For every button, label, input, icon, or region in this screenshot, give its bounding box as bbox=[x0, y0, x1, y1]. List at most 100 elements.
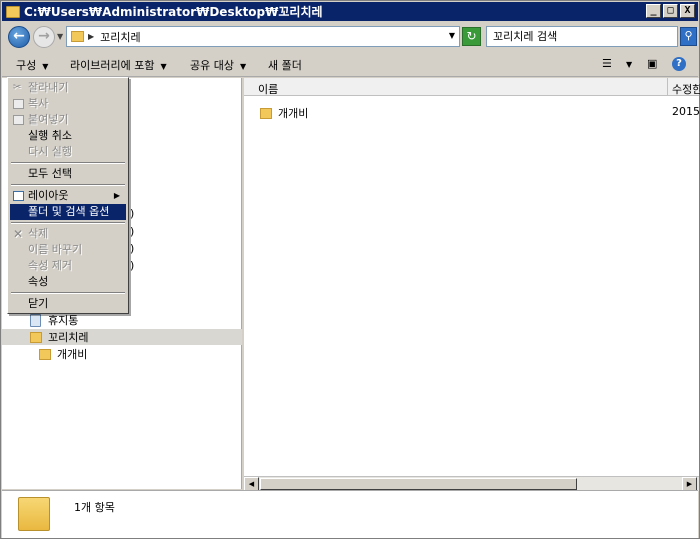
title-bar[interactable]: C:₩Users₩Administrator₩Desktop₩꼬리치레 _ □ … bbox=[2, 2, 698, 21]
preview-pane-icon[interactable]: ▣ bbox=[647, 57, 657, 70]
file-list[interactable]: 이름 수정한 개개비 2015- ◀ ▶ bbox=[244, 78, 700, 491]
menu-item-label: 실행 취소 bbox=[28, 129, 72, 142]
view-dropdown-icon[interactable]: ▼ bbox=[626, 60, 632, 69]
horizontal-scrollbar[interactable]: ◀ ▶ bbox=[244, 476, 699, 491]
menu-item-layout[interactable]: 레이아웃 ▶ bbox=[10, 188, 126, 204]
view-icon[interactable]: ☰ bbox=[602, 57, 612, 70]
recycle-bin-icon bbox=[30, 313, 41, 327]
close-button[interactable]: X bbox=[680, 4, 695, 18]
menu-item-label: 폴더 및 검색 옵션 bbox=[28, 205, 110, 218]
submenu-arrow-icon: ▶ bbox=[113, 191, 120, 200]
menu-item-rename[interactable]: 이름 바꾸기 bbox=[10, 242, 126, 258]
menu-item-label: 복사 bbox=[28, 97, 49, 110]
organize-button[interactable]: 구성 ▼ bbox=[16, 57, 48, 73]
menu-item-label: 닫기 bbox=[28, 297, 49, 310]
include-library-label: 라이브러리에 포함 bbox=[70, 59, 155, 72]
details-pane: 1개 항목 bbox=[2, 490, 698, 538]
tree-item-selected-folder[interactable]: 꼬리치레 bbox=[2, 329, 242, 345]
delete-x-icon: ✕ bbox=[13, 227, 24, 241]
menu-item-delete[interactable]: ✕ 삭제 bbox=[10, 226, 126, 242]
organize-menu: ✂ 잘라내기 복사 붙여넣기 실행 취소 다시 실행 모두 선택 레이아웃 ▶ … bbox=[7, 77, 129, 314]
menu-item-select-all[interactable]: 모두 선택 bbox=[10, 166, 126, 182]
window-title: C:₩Users₩Administrator₩Desktop₩꼬리치레 bbox=[24, 5, 323, 19]
address-bar[interactable]: ▶ 꼬리치레 ▼ bbox=[66, 26, 460, 47]
folder-icon bbox=[30, 331, 42, 343]
menu-item-cut[interactable]: ✂ 잘라내기 bbox=[10, 80, 126, 96]
share-with-button[interactable]: 공유 대상 ▼ bbox=[190, 57, 246, 73]
menu-item-label: 붙여넣기 bbox=[28, 113, 69, 126]
menu-separator bbox=[11, 222, 125, 224]
share-with-label: 공유 대상 bbox=[190, 59, 234, 72]
tree-item-peek: ) bbox=[130, 207, 135, 220]
breadcrumb-current[interactable]: 꼬리치레 bbox=[100, 29, 140, 45]
column-header-row: 이름 수정한 bbox=[244, 78, 700, 97]
column-header-name[interactable]: 이름 bbox=[258, 81, 278, 97]
item-count: 1개 항목 bbox=[74, 501, 115, 514]
tree-item-label: 개개비 bbox=[57, 348, 88, 361]
folder-icon bbox=[71, 31, 84, 42]
include-library-button[interactable]: 라이브러리에 포함 ▼ bbox=[70, 57, 167, 73]
menu-item-close[interactable]: 닫기 bbox=[10, 296, 126, 312]
breadcrumb-chevron-icon[interactable]: ▶ bbox=[88, 32, 94, 41]
forward-button[interactable]: → bbox=[33, 26, 55, 48]
tree-item-label: 꼬리치레 bbox=[48, 331, 89, 344]
folder-icon bbox=[39, 348, 51, 360]
menu-separator bbox=[11, 162, 125, 164]
refresh-button[interactable]: ↻ bbox=[462, 27, 481, 46]
tree-item-peek: ) bbox=[130, 242, 135, 255]
address-row: ← → ▼ ▶ 꼬리치레 ▼ ↻ 꼬리치레 검색 ⚲ bbox=[2, 22, 698, 52]
menu-item-label: 삭제 bbox=[28, 227, 49, 240]
column-divider[interactable] bbox=[667, 78, 668, 96]
chevron-down-icon: ▼ bbox=[160, 62, 167, 71]
chevron-down-icon: ▼ bbox=[239, 62, 247, 71]
menu-item-remove-properties[interactable]: 속성 제거 bbox=[10, 258, 126, 274]
menu-item-properties[interactable]: 속성 bbox=[10, 274, 126, 290]
menu-item-label: 이름 바꾸기 bbox=[28, 243, 83, 256]
tree-item-peek: ) bbox=[130, 225, 135, 238]
folder-icon bbox=[260, 107, 272, 119]
tree-item-subfolder[interactable]: 개개비 bbox=[2, 346, 87, 362]
layout-icon bbox=[13, 191, 24, 201]
scrollbar-thumb[interactable] bbox=[260, 478, 577, 490]
folder-icon bbox=[6, 5, 20, 18]
window-controls: _ □ X bbox=[646, 4, 695, 18]
folder-icon bbox=[18, 497, 50, 531]
search-input[interactable]: 꼬리치레 검색 bbox=[486, 26, 678, 47]
tree-item-recycle-bin[interactable]: 휴지통 bbox=[2, 312, 78, 328]
back-button[interactable]: ← bbox=[8, 26, 30, 48]
tree-item-peek: ) bbox=[130, 259, 135, 272]
list-item-name: 개개비 bbox=[278, 107, 309, 120]
column-header-date[interactable]: 수정한 bbox=[672, 81, 700, 97]
new-folder-label: 새 폴더 bbox=[268, 59, 302, 72]
menu-item-copy[interactable]: 복사 bbox=[10, 96, 126, 112]
scissors-icon: ✂ bbox=[13, 82, 22, 93]
menu-item-folder-options[interactable]: 폴더 및 검색 옵션 bbox=[10, 204, 126, 220]
organize-label: 구성 bbox=[16, 59, 37, 72]
menu-item-paste[interactable]: 붙여넣기 bbox=[10, 112, 126, 128]
address-dropdown-icon[interactable]: ▼ bbox=[449, 31, 455, 40]
menu-item-label: 속성 bbox=[28, 275, 49, 288]
search-icon[interactable]: ⚲ bbox=[680, 27, 697, 46]
minimize-button[interactable]: _ bbox=[646, 4, 661, 18]
menu-item-label: 잘라내기 bbox=[28, 81, 69, 94]
menu-item-label: 다시 실행 bbox=[28, 145, 72, 158]
menu-separator bbox=[11, 184, 125, 186]
help-icon[interactable]: ? bbox=[672, 57, 686, 71]
scroll-right-icon[interactable]: ▶ bbox=[682, 477, 697, 491]
paste-icon bbox=[13, 115, 24, 125]
list-item-date: 2015- bbox=[672, 105, 700, 118]
list-item[interactable]: 개개비 bbox=[260, 105, 308, 121]
menu-item-redo[interactable]: 다시 실행 bbox=[10, 144, 126, 160]
explorer-window: C:₩Users₩Administrator₩Desktop₩꼬리치레 _ □ … bbox=[0, 0, 700, 539]
menu-item-undo[interactable]: 실행 취소 bbox=[10, 128, 126, 144]
scroll-left-icon[interactable]: ◀ bbox=[244, 477, 259, 491]
maximize-button[interactable]: □ bbox=[663, 4, 678, 18]
menu-item-label: 속성 제거 bbox=[28, 259, 72, 272]
command-bar: 구성 ▼ 라이브러리에 포함 ▼ 공유 대상 ▼ 새 폴더 ☰ ▼ ▣ ? bbox=[2, 52, 698, 77]
tree-item-label: 휴지통 bbox=[48, 314, 79, 327]
menu-separator bbox=[11, 292, 125, 294]
menu-item-label: 모두 선택 bbox=[28, 167, 72, 180]
recent-pages-chevron-icon[interactable]: ▼ bbox=[57, 32, 63, 41]
menu-item-label: 레이아웃 bbox=[28, 189, 69, 202]
new-folder-button[interactable]: 새 폴더 bbox=[268, 57, 302, 73]
